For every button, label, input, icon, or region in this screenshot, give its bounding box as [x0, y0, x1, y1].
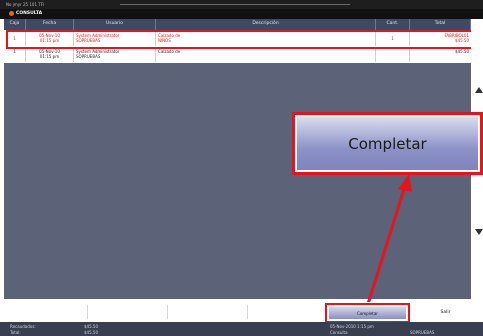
table-header: Caja Fecha Usuario Descripción Cant. Tot… [4, 19, 471, 30]
completar-callout-annotation: Completar [292, 112, 483, 175]
completar-button-label: Completar [357, 310, 378, 316]
cell-descripcion-line1: Calzado de [158, 49, 181, 54]
col-header-total[interactable]: Total [410, 19, 471, 30]
col-header-descripcion[interactable]: Descripción [156, 19, 376, 30]
cell-fecha: 05-Nov-10 01:15 pm [26, 48, 74, 62]
table-row[interactable]: 1 05-Nov-10 01:15 pm System Administrato… [4, 48, 471, 62]
cell-total: $45.50 [410, 48, 471, 62]
cell-fecha-time: 01:15 pm [39, 54, 60, 59]
status-total-label: Total: [10, 330, 21, 335]
top-system-bar: No jmyr 25 101 TFl [0, 0, 483, 9]
completar-button-zoomed[interactable]: Completar [297, 117, 478, 170]
col-header-fecha[interactable]: Fecha [26, 19, 74, 30]
footer-blank-button-1[interactable] [4, 305, 88, 319]
salir-button[interactable]: Salir [412, 305, 479, 319]
scroll-up-arrow-icon[interactable] [475, 87, 483, 93]
status-store-value: SOPRUEBAS [410, 330, 435, 335]
cell-total-amount: $45.50 [455, 49, 469, 54]
col-header-usuario[interactable]: Usuario [74, 19, 156, 30]
status-datetime: 05-Nov-2010 1:15 pm [330, 324, 374, 329]
status-consulta-label: Consulta [330, 330, 348, 335]
footer-blank-button-2[interactable] [88, 305, 168, 319]
salir-button-label: Salir [440, 309, 451, 315]
top-bar-divider [120, 4, 350, 5]
cell-usuario: System Administrator SOPRUEBAS [74, 48, 156, 62]
status-bar: Recaudados: $45.50 Total: $45.50 05-Nov-… [0, 322, 483, 336]
status-recaudados-value: $45.50 [84, 324, 98, 329]
cell-caja: 1 [4, 48, 26, 62]
cell-descripcion: Calzado de [156, 48, 376, 62]
app-icon [9, 11, 14, 16]
status-total-value: $45.50 [84, 330, 98, 335]
row-highlight-annotation [6, 30, 480, 49]
col-header-cantidad[interactable]: Cant. [376, 19, 410, 30]
completar-button[interactable]: Completar [329, 307, 406, 319]
completar-highlight-annotation: Completar [325, 303, 410, 323]
footer-blank-button-4[interactable] [248, 305, 328, 319]
scroll-down-arrow-icon[interactable] [475, 229, 483, 235]
empty-list-area [4, 63, 471, 299]
window-title: CONSULTA [16, 11, 43, 16]
completar-button-zoomed-label: Completar [348, 134, 427, 153]
cell-cantidad [376, 48, 410, 62]
footer-blank-button-3[interactable] [168, 305, 248, 319]
cell-usuario-store: SOPRUEBAS [76, 54, 101, 59]
top-bar-text: No jmyr 25 101 TFl [6, 2, 45, 7]
col-header-caja[interactable]: Caja [4, 19, 26, 30]
window-title-bar: CONSULTA [0, 9, 483, 19]
status-recaudados-label: Recaudados: [10, 324, 36, 329]
